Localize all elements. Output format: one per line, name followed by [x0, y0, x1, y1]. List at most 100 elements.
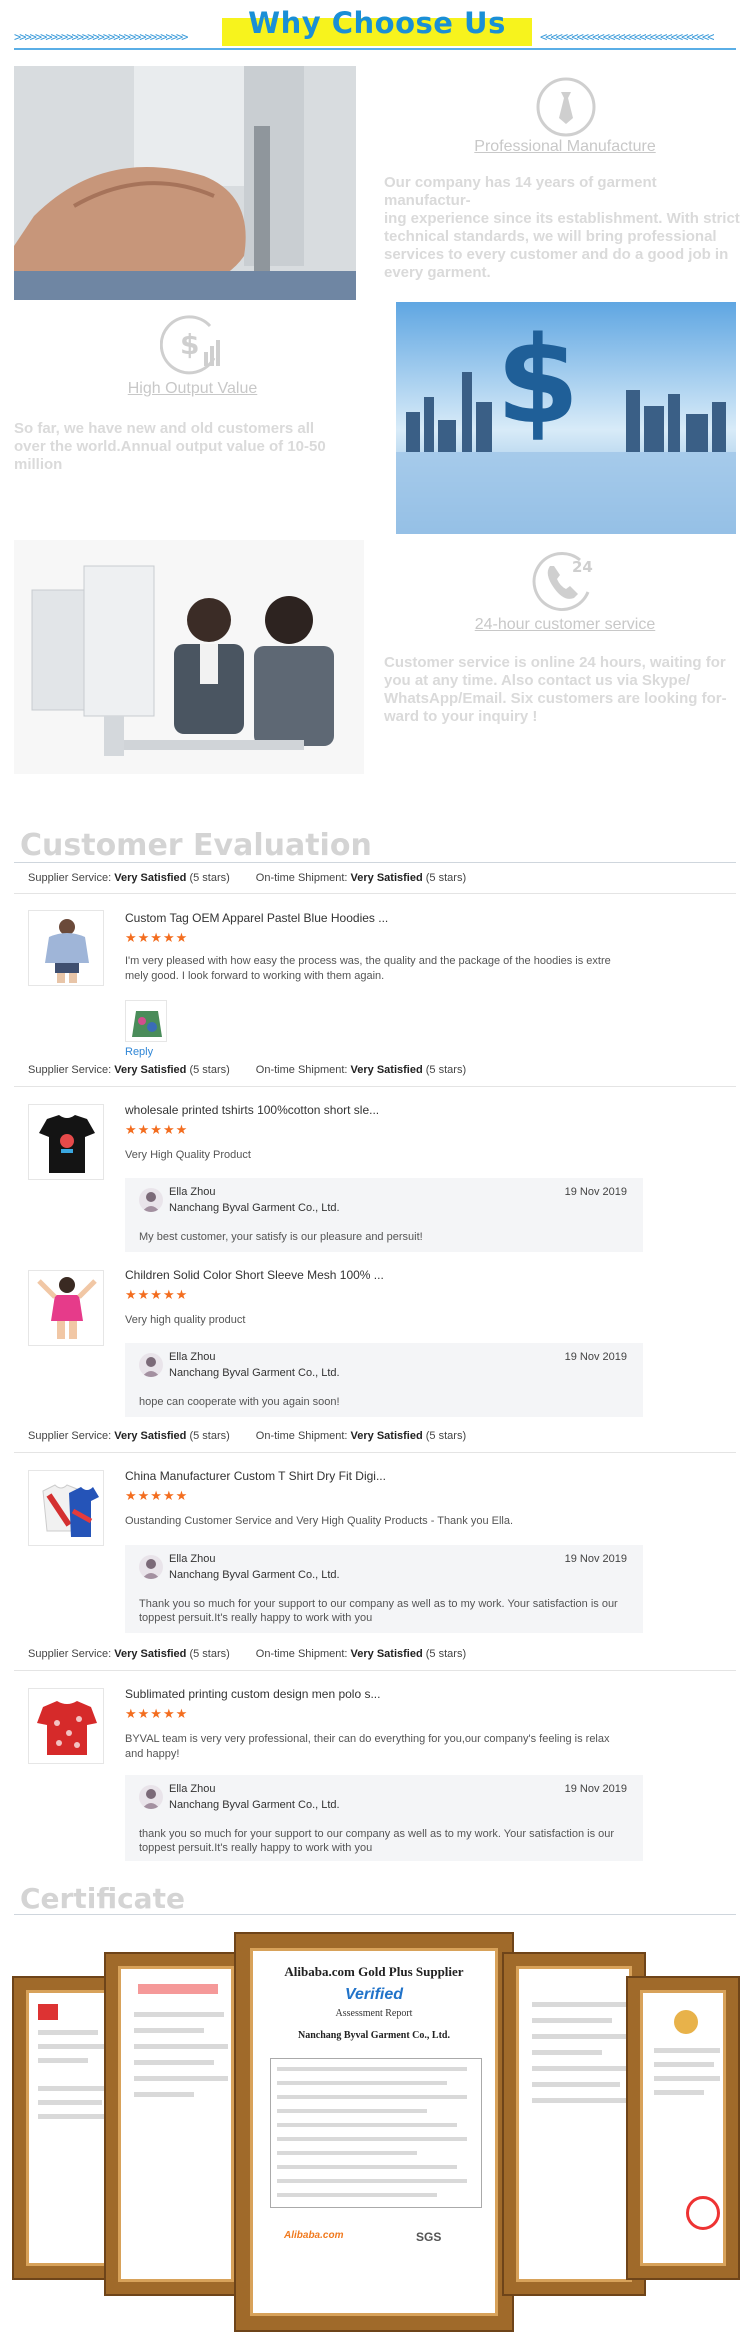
- svg-text:$: $: [180, 328, 199, 361]
- star-rating: ★★★★★: [125, 1489, 189, 1504]
- row-divider: [14, 1452, 736, 1453]
- certificate-frame[interactable]: [106, 1954, 246, 2294]
- review-text: Very high quality product: [125, 1314, 246, 1326]
- feature-text-line: Our company has 14 years of garment manu…: [384, 174, 657, 209]
- row-divider: [14, 1670, 736, 1671]
- product-thumbnail[interactable]: [28, 910, 104, 986]
- section-divider: [14, 862, 736, 863]
- certificate-frame-center[interactable]: Alibaba.com Gold Plus Supplier Verified …: [236, 1934, 512, 2330]
- seller-name: Ella Zhou: [169, 1186, 216, 1198]
- reply-date: 19 Nov 2019: [564, 1783, 627, 1795]
- certificate-title: Certificate: [20, 1882, 185, 1915]
- seller-name: Ella Zhou: [169, 1351, 216, 1363]
- reply-text: Thank you so much for your support to ou…: [139, 1598, 618, 1624]
- tie-icon: [535, 76, 597, 143]
- star-rating: ★★★★★: [125, 931, 189, 946]
- feature-text-line: over the world.Annual output value of 10…: [14, 438, 326, 455]
- feature-text-line: ing experience since its establishment. …: [384, 210, 740, 227]
- reply-date: 19 Nov 2019: [564, 1186, 627, 1198]
- svg-text:$: $: [496, 312, 580, 451]
- review-text: I'm very pleased with how easy the proce…: [125, 955, 611, 982]
- feature-title: 24-hour customer service: [474, 616, 656, 633]
- row-divider: [14, 893, 736, 894]
- certificate-frame[interactable]: [504, 1954, 644, 2294]
- star-rating: ★★★★★: [125, 1707, 189, 1722]
- seller-company: Nanchang Byval Garment Co., Ltd.: [169, 1367, 340, 1379]
- reply-date: 19 Nov 2019: [564, 1553, 627, 1565]
- product-title-link[interactable]: Sublimated printing custom design men po…: [125, 1687, 380, 1701]
- review-text: Oustanding Customer Service and Very Hig…: [125, 1515, 514, 1527]
- seller-company: Nanchang Byval Garment Co., Ltd.: [169, 1202, 340, 1214]
- star-rating: ★★★★★: [125, 1288, 189, 1303]
- why-choose-us-header: >>>>>>>>>>>>>>>>>>>>>>>>>>>>>>>>> Why Ch…: [0, 0, 750, 60]
- customer-evaluation-title: Customer Evaluation: [20, 828, 372, 863]
- city-dollar-photo: $: [396, 302, 736, 534]
- rating-summary: Supplier Service: Very Satisfied (5 star…: [28, 1430, 467, 1442]
- review-text: Very High Quality Product: [125, 1149, 251, 1161]
- reply-date: 19 Nov 2019: [564, 1351, 627, 1363]
- feature-text-line: you at any time. Also contact us via Sky…: [384, 672, 691, 689]
- seller-company: Nanchang Byval Garment Co., Ltd.: [169, 1799, 340, 1811]
- feature-text-line: Customer service is online 24 hours, wai…: [384, 654, 726, 671]
- customer-service-photo: [14, 540, 364, 774]
- phone-24-icon: 24: [532, 548, 598, 617]
- feature-text: Customer service is online 24 hours, wai…: [384, 654, 744, 726]
- review-text: BYVAL team is very very professional, th…: [125, 1733, 610, 1760]
- product-title-link[interactable]: Custom Tag OEM Apparel Pastel Blue Hoodi…: [125, 911, 388, 925]
- dollar-chart-icon: $: [159, 312, 224, 381]
- seller-avatar: [139, 1785, 163, 1809]
- page-title: Why Choose Us: [248, 6, 506, 40]
- seller-avatar: [139, 1188, 163, 1212]
- rating-summary: Supplier Service: Very Satisfied (5 star…: [28, 1064, 467, 1076]
- seller-avatar: [139, 1555, 163, 1579]
- feature-text: So far, we have new and old customers al…: [14, 420, 374, 474]
- sgs-logo: SGS: [416, 2230, 442, 2244]
- feature-text-line: million: [14, 456, 63, 473]
- feature-text: Our company has 14 years of garment manu…: [384, 174, 744, 282]
- seller-name: Ella Zhou: [169, 1783, 216, 1795]
- seller-reply: Ella Zhou Nanchang Byval Garment Co., Lt…: [125, 1545, 643, 1633]
- product-thumbnail[interactable]: [28, 1270, 104, 1346]
- header-divider: [14, 48, 736, 50]
- seller-company: Nanchang Byval Garment Co., Ltd.: [169, 1569, 340, 1581]
- feature-title: High Output Value: [127, 380, 258, 397]
- review-photo[interactable]: [125, 1000, 167, 1042]
- report-title: Assessment Report: [335, 2008, 413, 2019]
- section-divider: [14, 1914, 736, 1915]
- product-title-link[interactable]: wholesale printed tshirts 100%cotton sho…: [125, 1103, 379, 1117]
- feature-text-line: ward to your inquiry !: [384, 708, 538, 725]
- product-thumbnail[interactable]: [28, 1470, 104, 1546]
- reply-text: My best customer, your satisfy is our pl…: [139, 1231, 423, 1243]
- svg-text:24: 24: [572, 558, 593, 576]
- feature-text-line: services to every customer and do a good…: [384, 246, 729, 263]
- reply-text: hope can cooperate with you again soon!: [139, 1396, 340, 1408]
- feature-text-line: WhatsApp/Email. Six customers are lookin…: [384, 690, 727, 707]
- certificate-gallery: Alibaba.com Gold Plus Supplier Verified …: [0, 1918, 750, 2348]
- chevron-decoration-left: >>>>>>>>>>>>>>>>>>>>>>>>>>>>>>>>>: [14, 30, 188, 44]
- reply-link[interactable]: Reply: [125, 1046, 153, 1058]
- seller-name: Ella Zhou: [169, 1553, 216, 1565]
- sewing-photo: [14, 66, 356, 300]
- feature-text-line: So far, we have new and old customers al…: [14, 420, 315, 437]
- rating-summary: Supplier Service: Very Satisfied (5 star…: [28, 872, 467, 884]
- product-title-link[interactable]: China Manufacturer Custom T Shirt Dry Fi…: [125, 1469, 386, 1483]
- certificate-company: Nanchang Byval Garment Co., Ltd.: [298, 2030, 450, 2041]
- product-thumbnail[interactable]: [28, 1688, 104, 1764]
- certificate-frame[interactable]: [628, 1978, 738, 2278]
- feature-text-line: every garment.: [384, 264, 491, 281]
- seller-avatar: [139, 1353, 163, 1377]
- certificate-heading: Alibaba.com Gold Plus Supplier: [284, 1964, 464, 1979]
- seller-reply: Ella Zhou Nanchang Byval Garment Co., Lt…: [125, 1775, 643, 1861]
- row-divider: [14, 1086, 736, 1087]
- product-title-link[interactable]: Children Solid Color Short Sleeve Mesh 1…: [125, 1268, 384, 1282]
- assessment-table: [270, 2058, 482, 2208]
- verified-badge: Verified: [344, 1986, 404, 2003]
- star-rating: ★★★★★: [125, 1123, 189, 1138]
- chevron-decoration-right: <<<<<<<<<<<<<<<<<<<<<<<<<<<<<<<<<: [540, 30, 714, 44]
- alibaba-logo: Alibaba.com: [284, 2230, 344, 2241]
- seller-reply: Ella Zhou Nanchang Byval Garment Co., Lt…: [125, 1178, 643, 1252]
- feature-text-line: technical standards, we will bring profe…: [384, 228, 717, 245]
- feature-title: Professional Manufacture: [474, 138, 656, 155]
- product-thumbnail[interactable]: [28, 1104, 104, 1180]
- reply-text: thank you so much for your support to ou…: [139, 1828, 615, 1854]
